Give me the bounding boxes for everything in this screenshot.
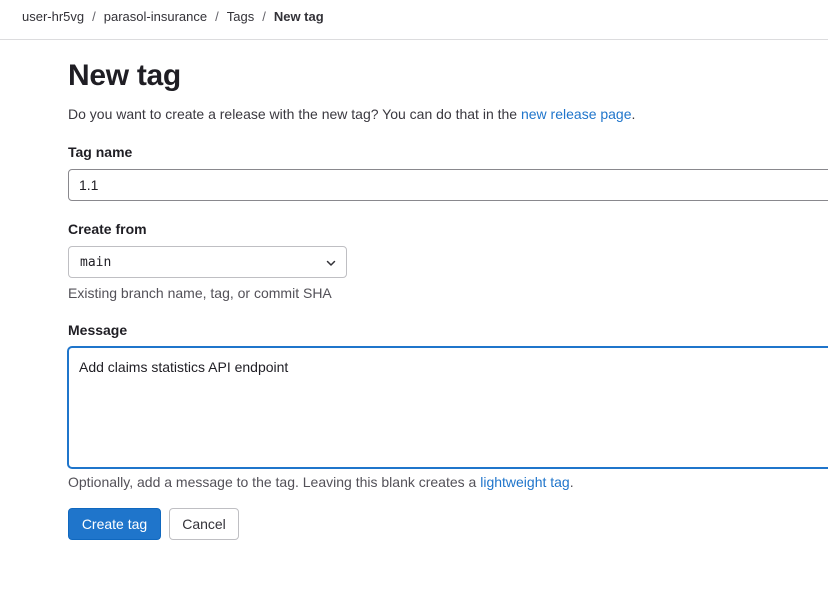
message-label: Message: [68, 322, 128, 338]
breadcrumb-separator: /: [215, 9, 219, 24]
tag-name-input[interactable]: [68, 169, 828, 201]
page-title: New tag: [68, 59, 181, 92]
intro-text-end: .: [631, 106, 636, 122]
breadcrumb-item-project[interactable]: parasol-insurance: [104, 9, 207, 24]
message-textarea[interactable]: Add claims statistics API endpoint: [68, 347, 828, 468]
tag-name-label: Tag name: [68, 144, 133, 160]
breadcrumb-current: New tag: [273, 9, 324, 24]
message-help: Optionally, add a message to the tag. Le…: [68, 474, 574, 490]
message-help-end: .: [569, 474, 574, 490]
chevron-down-icon: [326, 260, 336, 266]
intro-text-body: Do you want to create a release with the…: [68, 106, 521, 122]
breadcrumb: user-hr5vg / parasol-insurance / Tags / New ta…: [22, 9, 324, 25]
breadcrumb-item-user[interactable]: user-hr5vg: [22, 9, 84, 24]
create-from-label: Create from: [68, 221, 147, 237]
create-from-selected: main: [80, 255, 112, 270]
breadcrumb-item-tags[interactable]: Tags: [227, 9, 254, 24]
cancel-button[interactable]: Cancel: [169, 508, 239, 540]
top-bar: user-hr5vg / parasol-insurance / Tags / New ta…: [0, 0, 828, 40]
lightweight-tag-link[interactable]: lightweight tag: [480, 474, 570, 490]
breadcrumb-separator: /: [262, 9, 266, 24]
create-tag-button[interactable]: Create tag: [68, 508, 161, 540]
create-from-dropdown[interactable]: main: [68, 246, 347, 278]
message-help-body: Optionally, add a message to the tag. Le…: [68, 474, 481, 490]
create-from-help: Existing branch name, tag, or commit SHA: [68, 285, 332, 301]
new-release-page-link[interactable]: new release page: [521, 106, 632, 122]
intro-text: Do you want to create a release with the…: [68, 106, 635, 122]
breadcrumb-separator: /: [92, 9, 96, 24]
